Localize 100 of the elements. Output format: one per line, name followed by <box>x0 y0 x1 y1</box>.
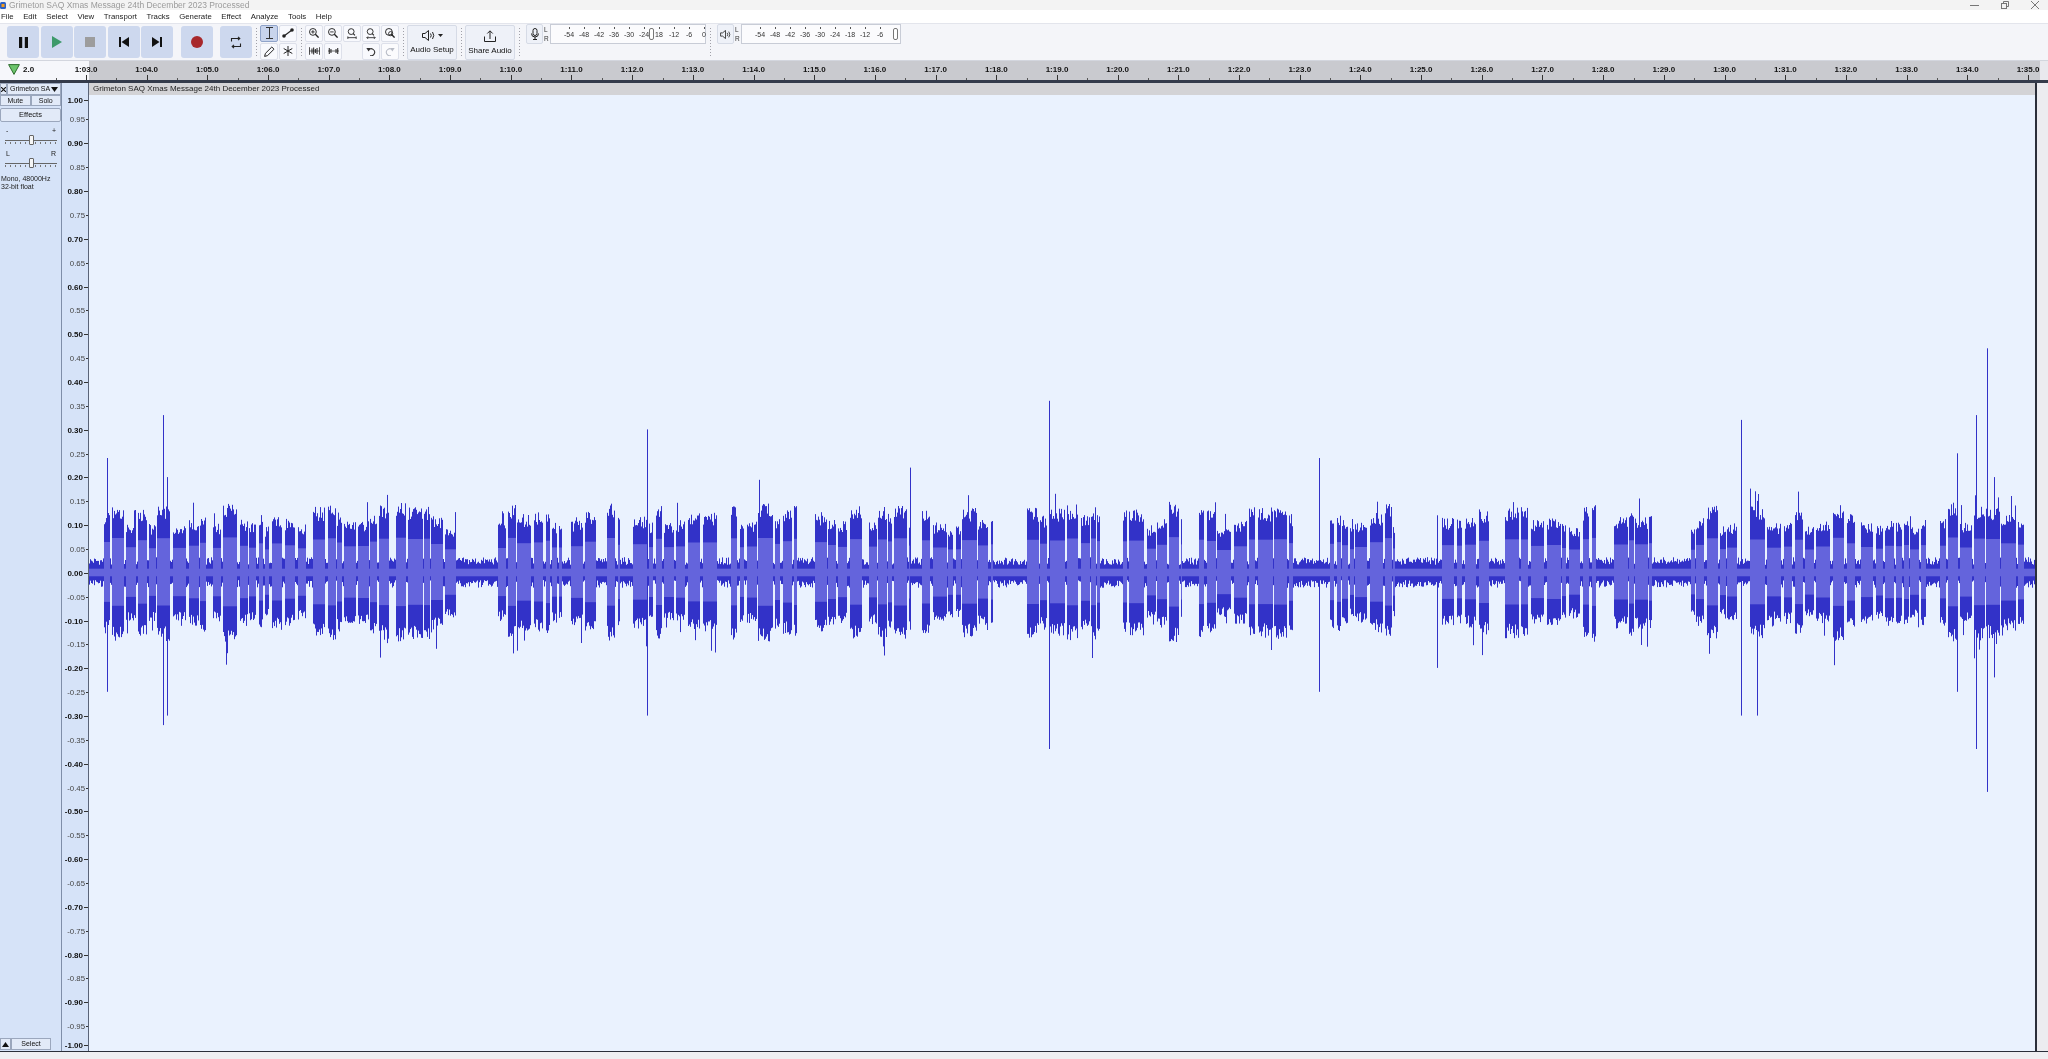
amplitude-label: -0.80 <box>64 950 83 960</box>
time-label: 1:13.0 <box>681 65 705 76</box>
time-label: 1:24.0 <box>1349 65 1372 76</box>
meter-slider-thumb[interactable] <box>649 28 654 40</box>
record-icon <box>190 36 203 48</box>
zoom-in-button[interactable] <box>305 24 323 42</box>
amplitude-label: -0.10 <box>64 616 83 626</box>
time-label: 1:34.0 <box>1955 65 1979 76</box>
loop-button[interactable] <box>220 26 252 58</box>
skip-to-start-icon <box>118 37 129 47</box>
time-label: 1:03.0 <box>74 65 98 76</box>
amplitude-label: 0.20 <box>67 473 83 483</box>
microphone-icon <box>530 28 539 40</box>
slider-thumb[interactable] <box>28 135 34 145</box>
text-cursor-icon <box>265 27 273 39</box>
magnifier-icon <box>385 28 395 38</box>
record-button[interactable] <box>180 26 213 58</box>
time-label: 1:31.0 <box>1773 65 1797 76</box>
envelope-icon <box>282 28 294 38</box>
time-label: 1:22.0 <box>1227 65 1251 76</box>
time-label: 1:30.0 <box>1713 65 1736 76</box>
time-label: 1:11.0 <box>560 65 583 76</box>
amplitude-label: 0.90 <box>67 139 83 149</box>
audio-setup-button[interactable]: Audio Setup <box>407 24 457 60</box>
time-label: 1:04.0 <box>135 65 158 76</box>
undo-button[interactable] <box>362 42 380 60</box>
pencil-icon <box>263 45 275 57</box>
caret-icon <box>437 34 443 37</box>
close-icon[interactable] <box>2031 1 2039 9</box>
microphone-button[interactable] <box>526 24 543 44</box>
loop-icon <box>230 35 242 49</box>
share-audio-button[interactable]: Share Audio <box>465 24 515 60</box>
amplitude-label: -0.40 <box>64 759 83 769</box>
time-label: 1:17.0 <box>924 65 947 76</box>
waveform-icon <box>308 47 320 55</box>
amplitude-label: 0.00 <box>67 568 83 578</box>
silence-button[interactable] <box>324 42 342 60</box>
time-label: 1:33.0 <box>1895 65 1918 76</box>
time-label: 1:35.0 <box>2016 65 2040 76</box>
fit-project-button[interactable] <box>362 24 380 42</box>
magnifier-icon <box>366 27 376 39</box>
close-icon <box>1 86 6 92</box>
amplitude-label: -0.70 <box>64 902 83 912</box>
pause-icon <box>18 36 28 48</box>
time-label: 1:16.0 <box>863 65 887 76</box>
redo-icon <box>385 46 395 56</box>
app-icon <box>0 1 6 9</box>
time-label: 1:14.0 <box>742 65 765 76</box>
amplitude-label: 0.40 <box>67 377 83 387</box>
time-label: 1:27.0 <box>1531 65 1554 76</box>
amplitude-label: 0.60 <box>67 282 83 292</box>
selection-tool-button[interactable] <box>260 24 278 42</box>
time-label: 1:05.0 <box>196 65 219 76</box>
speaker-button[interactable] <box>717 24 734 44</box>
slider-thumb[interactable] <box>28 158 34 168</box>
time-label: 1:25.0 <box>1409 65 1433 76</box>
amplitude-label: 0.70 <box>67 234 83 244</box>
amplitude-label: 0.30 <box>67 425 83 435</box>
stop-icon <box>85 37 95 47</box>
pause-button[interactable] <box>7 26 39 58</box>
meter-slider-thumb[interactable] <box>892 28 898 40</box>
envelope-tool-button[interactable] <box>279 24 297 42</box>
trim-button[interactable] <box>305 42 323 60</box>
collapse-button[interactable] <box>0 1038 11 1050</box>
skip-to-end-button[interactable] <box>141 26 173 58</box>
time-label: 1:21.0 <box>1167 65 1190 76</box>
window-title: Grimeton SAQ Xmas Message 24th December 2023 Processed <box>9 0 250 10</box>
zoom-out-button[interactable] <box>324 24 342 42</box>
dropdown-caret-icon <box>51 86 59 92</box>
restore-icon[interactable] <box>2001 1 2009 9</box>
time-label: 1:28.0 <box>1591 65 1615 76</box>
zoom-out-icon <box>328 28 338 38</box>
time-label: 1:20.0 <box>1106 65 1129 76</box>
fit-selection-button[interactable] <box>343 24 361 42</box>
waveform-gap-icon <box>327 47 339 55</box>
time-label: 1:19.0 <box>1045 65 1069 76</box>
clip-title[interactable]: Grimeton SAQ Xmas Message 24th December 2023 Processed <box>89 83 2035 95</box>
multi-tool-button[interactable] <box>279 42 297 60</box>
time-label: 1:07.0 <box>317 65 341 76</box>
amplitude-label: 0.50 <box>67 330 83 340</box>
magnifier-icon <box>347 27 357 39</box>
time-label: 1:29.0 <box>1652 65 1676 76</box>
amplitude-label: -0.30 <box>64 711 83 721</box>
minimize-icon[interactable] <box>1970 4 1979 6</box>
skip-to-start-button[interactable] <box>107 26 140 58</box>
time-label: 1:23.0 <box>1288 65 1312 76</box>
share-icon <box>484 29 496 42</box>
timeline-ruler[interactable] <box>0 61 2048 80</box>
draw-tool-button[interactable] <box>260 42 278 60</box>
speaker-icon <box>720 29 731 39</box>
time-label: 1:06.0 <box>256 65 280 76</box>
amplitude-label: 0.10 <box>67 521 83 531</box>
time-label: 1:26.0 <box>1470 65 1494 76</box>
time-label: 1:10.0 <box>499 65 523 76</box>
play-icon <box>51 36 62 48</box>
zoom-toggle-button[interactable] <box>381 24 399 42</box>
time-label: 1:18.0 <box>984 65 1008 76</box>
triangle-marker-icon[interactable] <box>8 64 20 75</box>
speaker-icon <box>421 30 435 41</box>
time-label: 1:12.0 <box>620 65 644 76</box>
